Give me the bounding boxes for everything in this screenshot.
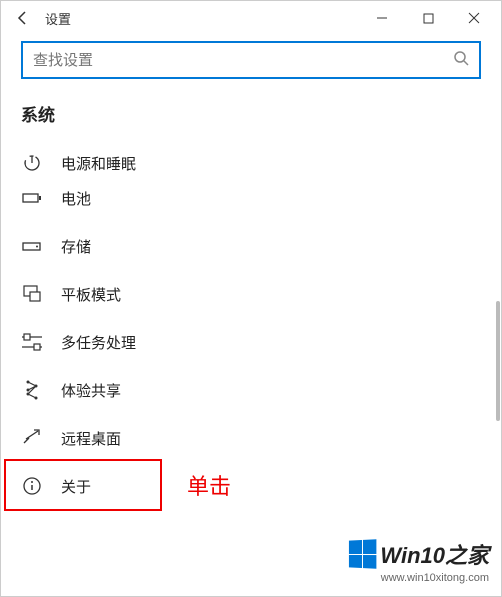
search-box[interactable]: [21, 41, 481, 79]
nav-item-shared[interactable]: 体验共享: [21, 366, 501, 414]
nav-label: 多任务处理: [61, 332, 136, 353]
nav-list: 电源和睡眠 电池 存储 平板模式 多任务处理 体验共享 远程桌面: [1, 144, 501, 510]
maximize-button[interactable]: [405, 1, 451, 35]
nav-item-power[interactable]: 电源和睡眠: [21, 144, 501, 174]
tablet-icon: [21, 283, 43, 305]
nav-label: 体验共享: [61, 380, 121, 401]
section-title: 系统: [1, 91, 501, 144]
close-button[interactable]: [451, 1, 497, 35]
watermark-brand: Win10之家: [380, 538, 489, 570]
scrollbar[interactable]: [496, 301, 500, 421]
nav-label: 远程桌面: [61, 428, 121, 449]
minimize-icon: [376, 12, 388, 24]
nav-item-battery[interactable]: 电池: [21, 174, 501, 222]
share-icon: [21, 379, 43, 401]
nav-label: 电池: [61, 188, 91, 209]
battery-icon: [21, 187, 43, 209]
nav-label: 关于: [61, 476, 91, 497]
watermark-url: www.win10xitong.com: [348, 572, 489, 584]
nav-item-storage[interactable]: 存储: [21, 222, 501, 270]
windows-logo-icon: [349, 539, 376, 568]
nav-item-about[interactable]: 关于: [21, 462, 501, 510]
nav-label: 平板模式: [61, 284, 121, 305]
nav-label: 电源和睡眠: [61, 153, 136, 174]
maximize-icon: [423, 13, 434, 24]
remote-desktop-icon: [21, 427, 43, 449]
multitask-icon: [21, 331, 43, 353]
titlebar: 设置: [1, 1, 501, 35]
nav-item-tablet[interactable]: 平板模式: [21, 270, 501, 318]
watermark: Win10之家 www.win10xitong.com: [348, 538, 489, 584]
power-icon: [21, 152, 43, 174]
minimize-button[interactable]: [359, 1, 405, 35]
search-icon: [453, 50, 469, 71]
nav-label: 存储: [61, 236, 91, 257]
close-icon: [468, 12, 480, 24]
nav-item-multitask[interactable]: 多任务处理: [21, 318, 501, 366]
info-icon: [21, 475, 43, 497]
window-title: 设置: [45, 9, 71, 28]
arrow-left-icon: [15, 10, 31, 26]
search-input[interactable]: [33, 52, 453, 69]
back-button[interactable]: [5, 1, 41, 35]
storage-icon: [21, 235, 43, 257]
nav-item-remote[interactable]: 远程桌面: [21, 414, 501, 462]
